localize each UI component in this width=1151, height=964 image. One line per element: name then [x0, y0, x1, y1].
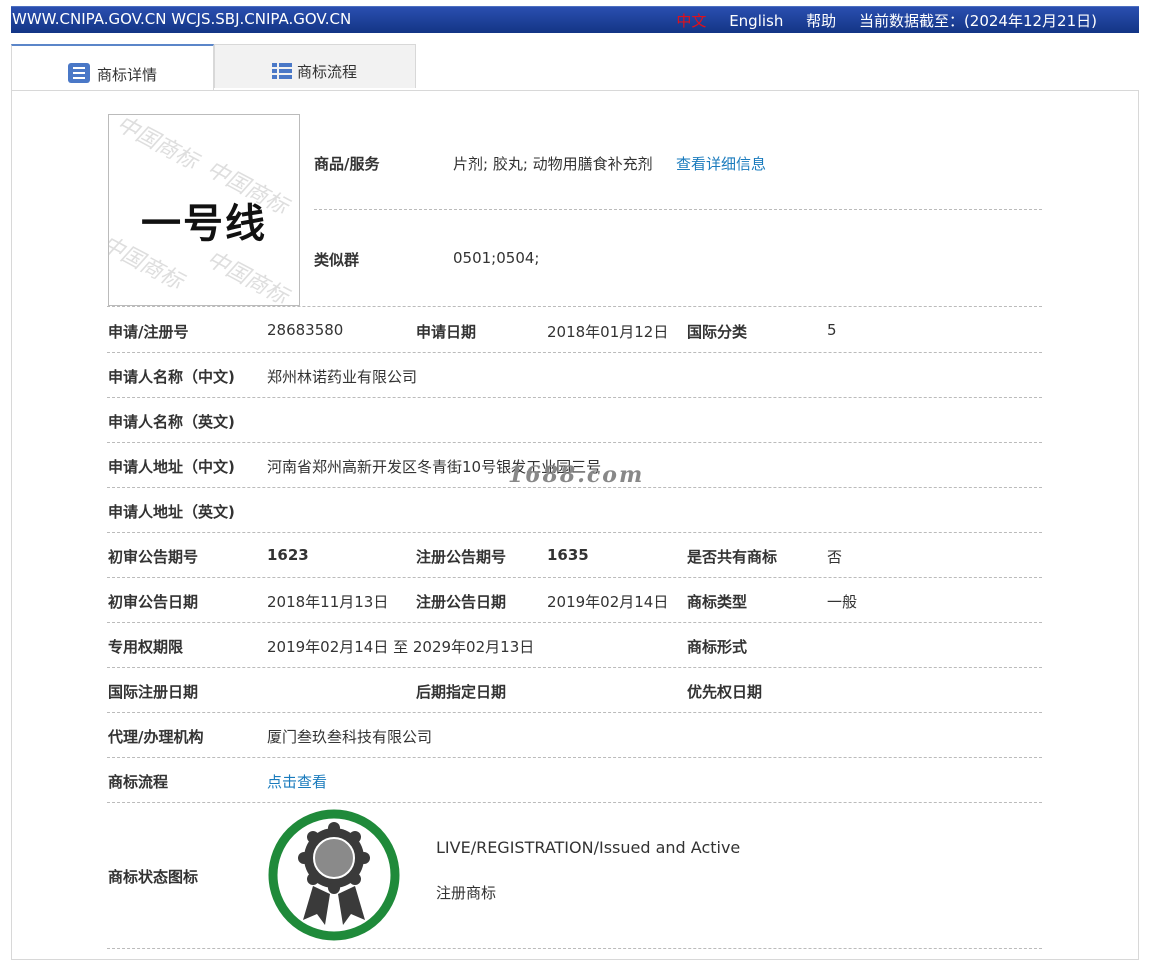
tab-trademark-flow[interactable]: 商标流程: [214, 44, 416, 88]
divider: [314, 209, 1042, 210]
address-cn-label: 申请人地址（中文): [108, 458, 235, 476]
divider: [107, 622, 1042, 623]
reg-date-value: 2019年02月14日: [547, 593, 669, 611]
agency-value: 厦门叁玖叁科技有限公司: [267, 728, 433, 746]
lang-chinese-link[interactable]: 中文: [676, 12, 706, 30]
top-bar: WWW.CNIPA.GOV.CN WCJS.SBJ.CNIPA.GOV.CN 中…: [11, 6, 1139, 33]
list-icon: [68, 63, 90, 83]
reg-no-value: 28683580: [267, 321, 344, 339]
divider: [107, 948, 1042, 949]
apply-date-value: 2018年01月12日: [547, 323, 669, 341]
term-value: 2019年02月14日 至 2029年02月13日: [267, 638, 535, 656]
tab-bar: 商标详情 商标流程: [11, 44, 1139, 92]
divider: [107, 532, 1042, 533]
divider: [107, 306, 1042, 307]
tm-type-value: 一般: [827, 593, 858, 611]
divider: [107, 712, 1042, 713]
prelim-date-label: 初审公告日期: [108, 593, 199, 611]
prelim-issue-value: 1623: [267, 546, 309, 564]
intl-class-label: 国际分类: [687, 323, 748, 341]
reg-date-label: 注册公告日期: [416, 593, 507, 611]
later-date-label: 后期指定日期: [416, 683, 507, 701]
registered-badge-icon: [268, 809, 400, 941]
flow-label: 商标流程: [108, 773, 169, 791]
trademark-image[interactable]: 中国商标 中国商标 中国商标 中国商标 一号线: [108, 114, 300, 306]
agency-label: 代理/办理机构: [108, 728, 204, 746]
tm-type-label: 商标类型: [687, 593, 748, 611]
reg-no-label: 申请/注册号: [108, 323, 189, 341]
term-label: 专用权期限: [108, 638, 184, 656]
divider: [107, 802, 1042, 803]
divider: [107, 757, 1042, 758]
tab-label: 商标流程: [297, 63, 358, 81]
divider: [107, 397, 1042, 398]
goods-value: 片剂; 胶丸; 动物用膳食补充剂: [453, 155, 653, 173]
similar-group-label: 类似群: [314, 251, 360, 269]
status-icon-label: 商标状态图标: [108, 868, 199, 886]
site-watermark: 1688.com: [508, 462, 645, 488]
divider: [107, 667, 1042, 668]
prelim-date-value: 2018年11月13日: [267, 593, 389, 611]
prelim-issue-label: 初审公告期号: [108, 548, 199, 566]
priority-date-label: 优先权日期: [687, 683, 763, 701]
view-details-link[interactable]: 查看详细信息: [676, 153, 766, 174]
trademark-text: 一号线: [141, 201, 267, 247]
data-date-text: 当前数据截至：(2024年12月21日): [858, 12, 1097, 30]
status-en-text: LIVE/REGISTRATION/Issued and Active: [436, 838, 741, 857]
help-link[interactable]: 帮助: [806, 12, 836, 30]
divider: [107, 352, 1042, 353]
tab-trademark-details[interactable]: 商标详情: [11, 44, 214, 92]
shared-value: 否: [827, 548, 843, 566]
tm-form-label: 商标形式: [687, 638, 748, 656]
reg-issue-label: 注册公告期号: [416, 548, 507, 566]
intl-class-value: 5: [827, 321, 837, 339]
lang-english-link[interactable]: English: [729, 12, 783, 30]
divider: [107, 577, 1042, 578]
status-cn-text: 注册商标: [436, 884, 497, 902]
reg-issue-value: 1635: [547, 546, 589, 564]
apply-date-label: 申请日期: [416, 323, 477, 341]
shared-label: 是否共有商标: [687, 548, 778, 566]
goods-label: 商品/服务: [314, 155, 380, 173]
address-en-label: 申请人地址（英文): [108, 503, 235, 521]
divider: [107, 442, 1042, 443]
similar-group-value: 0501;0504;: [453, 249, 540, 267]
site-urls[interactable]: WWW.CNIPA.GOV.CN WCJS.SBJ.CNIPA.GOV.CN: [12, 10, 351, 28]
tab-label: 商标详情: [97, 66, 158, 84]
applicant-en-label: 申请人名称（英文): [108, 413, 235, 431]
applicant-cn-label: 申请人名称（中文): [108, 368, 235, 386]
intl-reg-date-label: 国际注册日期: [108, 683, 199, 701]
grid-list-icon: [272, 62, 294, 82]
view-flow-link[interactable]: 点击查看: [267, 771, 327, 792]
applicant-cn-value: 郑州林诺药业有限公司: [267, 368, 418, 386]
